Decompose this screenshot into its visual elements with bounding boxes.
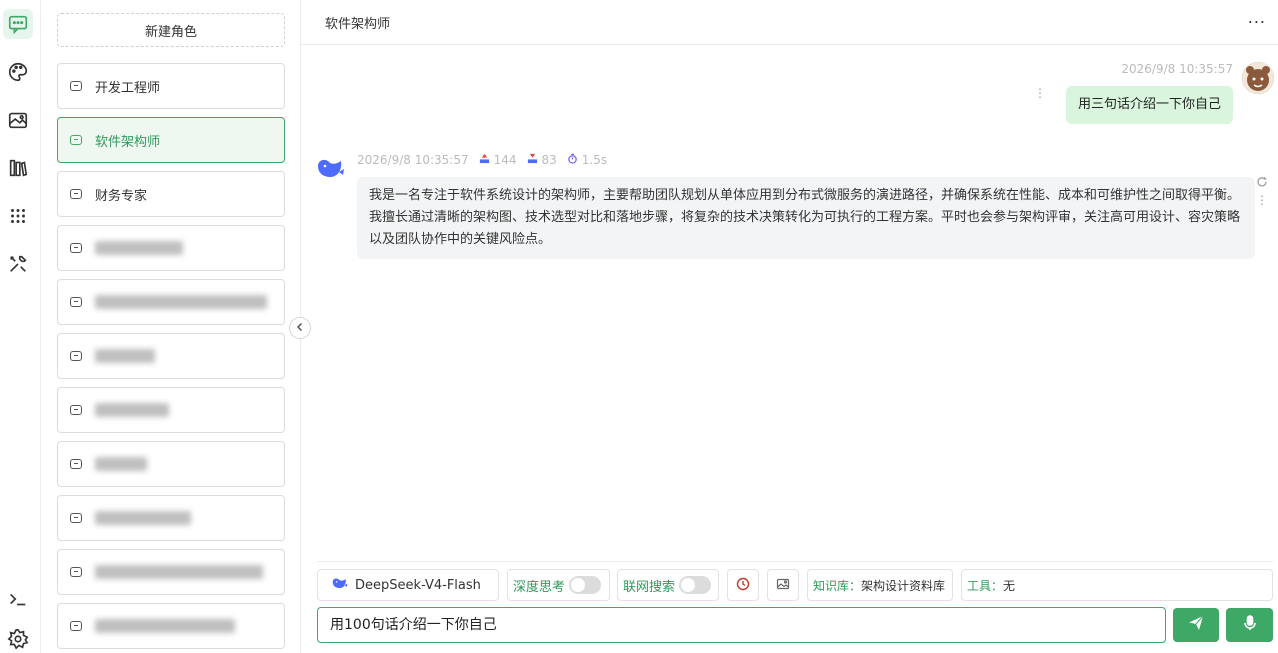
- tools-icon[interactable]: [3, 249, 33, 279]
- blurred-label: [95, 511, 191, 525]
- image-upload-button[interactable]: [767, 569, 799, 601]
- role-item-dev-engineer[interactable]: 开发工程师: [57, 63, 285, 109]
- ai-message-actions: ⋮: [1256, 176, 1268, 208]
- deep-think-switch[interactable]: [569, 576, 602, 594]
- chat-bubble-icon: [70, 567, 82, 577]
- ai-message-time: 2026/9/8 10:35:57: [357, 153, 469, 167]
- web-search-toggle[interactable]: 联网搜索: [617, 569, 719, 601]
- blurred-label: [95, 241, 183, 255]
- download-icon: [527, 153, 538, 167]
- chat-bubble-icon: [70, 459, 82, 469]
- role-item-label: 软件架构师: [95, 134, 161, 150]
- more-options-icon[interactable]: ...: [1248, 8, 1266, 27]
- chat-bubble-icon: [70, 351, 82, 361]
- apps-grid-icon[interactable]: [3, 201, 33, 231]
- role-item-label: 财务专家: [95, 188, 148, 204]
- deepseek-whale-icon: [315, 152, 347, 184]
- role-item-blurred[interactable]: [57, 495, 285, 541]
- role-item-blurred[interactable]: [57, 387, 285, 433]
- model-name: DeepSeek-V4-Flash: [355, 577, 481, 593]
- page-title: 软件架构师: [325, 17, 391, 32]
- image-gallery-icon[interactable]: [3, 105, 33, 135]
- chat-bubble-icon: [70, 621, 82, 631]
- divider: [317, 561, 1273, 562]
- web-search-label: 联网搜索: [623, 579, 676, 595]
- chat-bubble-icon: [70, 513, 82, 523]
- blurred-label: [95, 295, 267, 309]
- avatar: [1242, 62, 1274, 94]
- chat-icon[interactable]: [3, 9, 33, 39]
- duration-value: 1.5s: [581, 153, 608, 167]
- blurred-label: [95, 565, 263, 579]
- message-input[interactable]: 用100句话介绍一下你自己: [317, 607, 1166, 643]
- chat-header: 软件架构师 ...: [301, 0, 1278, 45]
- deep-think-toggle[interactable]: 深度思考: [507, 569, 610, 601]
- knowledge-base-value: 架构设计资料库: [861, 578, 946, 593]
- chat-bubble-icon: [70, 243, 82, 253]
- role-item-blurred[interactable]: [57, 279, 285, 325]
- knowledge-base-selector[interactable]: 知识库： 架构设计资料库: [807, 569, 953, 601]
- tools-value: 无: [1003, 578, 1016, 593]
- tokens-out-value: 83: [541, 153, 557, 167]
- role-item-label: 开发工程师: [95, 80, 161, 96]
- library-icon[interactable]: [3, 153, 33, 183]
- image-icon: [776, 577, 790, 594]
- deep-think-label: 深度思考: [513, 579, 566, 595]
- microphone-icon: [1243, 615, 1257, 635]
- tokens-in-value: 144: [493, 153, 517, 167]
- refresh-icon[interactable]: [1256, 176, 1268, 192]
- ai-message-meta: 2026/9/8 10:35:57 144 83 1.5s: [357, 153, 607, 167]
- blurred-label: [95, 619, 235, 633]
- send-button[interactable]: [1173, 608, 1219, 642]
- web-search-switch[interactable]: [679, 576, 712, 594]
- role-item-blurred[interactable]: [57, 225, 285, 271]
- chat-bubble-icon: [70, 297, 82, 307]
- chat-bubble-icon: [70, 81, 82, 91]
- role-item-blurred[interactable]: [57, 549, 285, 595]
- chat-bubble-icon: [70, 405, 82, 415]
- model-selector[interactable]: DeepSeek-V4-Flash: [317, 569, 499, 601]
- user-message-bubble: 用三句话介绍一下你自己: [1065, 86, 1233, 124]
- role-item-blurred[interactable]: [57, 441, 285, 487]
- send-icon: [1188, 615, 1204, 635]
- chat-bubble-icon: [70, 135, 82, 145]
- chat-bubble-icon: [70, 189, 82, 199]
- tools-selector[interactable]: 工具： 无: [961, 569, 1273, 601]
- blurred-label: [95, 457, 147, 471]
- voice-input-button[interactable]: [1226, 608, 1273, 642]
- duration-stat: 1.5s: [567, 153, 607, 167]
- deepseek-whale-icon: [331, 575, 349, 595]
- icon-rail: [0, 0, 41, 653]
- role-item-blurred[interactable]: [57, 333, 285, 379]
- new-role-button[interactable]: 新建角色: [57, 13, 285, 47]
- role-item-software-architect[interactable]: 软件架构师: [57, 117, 285, 163]
- message-more-icon[interactable]: ⋮: [1034, 86, 1046, 100]
- tokens-in-stat: 144: [479, 153, 517, 167]
- blurred-label: [95, 349, 155, 363]
- palette-icon[interactable]: [3, 57, 33, 87]
- tokens-out-stat: 83: [527, 153, 557, 167]
- role-list-panel: 新建角色 开发工程师 软件架构师 财务专家: [41, 0, 301, 653]
- settings-icon[interactable]: [3, 624, 33, 653]
- terminal-icon[interactable]: [3, 584, 33, 614]
- upload-icon: [479, 153, 490, 167]
- ai-message-bubble: 我是一名专注于软件系统设计的架构师，主要帮助团队规划从单体应用到分布式微服务的演…: [357, 177, 1255, 259]
- tools-label: 工具：: [967, 578, 1004, 593]
- user-message-time: 2026/9/8 10:35:57: [1121, 62, 1233, 76]
- clock-icon: [736, 577, 750, 594]
- chat-main: 软件架构师 ... 2026/9/8 10:35:57 ⋮ 用三句话介绍一下你自…: [301, 0, 1278, 653]
- role-item-finance-expert[interactable]: 财务专家: [57, 171, 285, 217]
- blurred-label: [95, 403, 169, 417]
- knowledge-base-label: 知识库：: [813, 578, 862, 593]
- timer-icon: [567, 153, 578, 167]
- history-button[interactable]: [727, 569, 759, 601]
- role-item-blurred[interactable]: [57, 603, 285, 649]
- message-more-icon[interactable]: ⋮: [1256, 192, 1268, 208]
